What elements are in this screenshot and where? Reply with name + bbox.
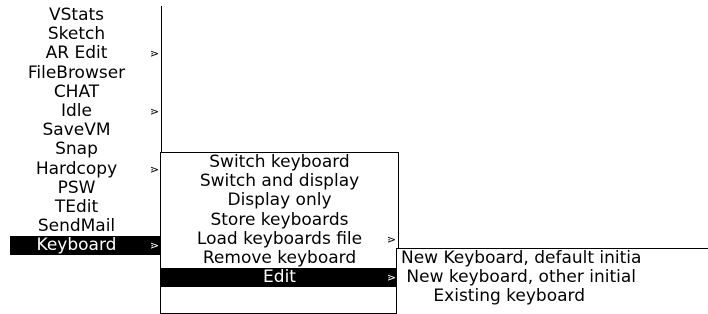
submenu-arrow-icon: ⋗ <box>386 271 396 285</box>
menu-item-label: Keyboard <box>36 235 117 256</box>
menu-item-label: Switch keyboard <box>209 152 350 172</box>
menu-item-edit[interactable]: Edit ⋗ <box>161 267 398 288</box>
menu-item-label: FileBrowser <box>27 62 126 83</box>
menu-item-label: New Keyboard, default initia <box>401 248 642 268</box>
submenu-arrow-icon: ⋗ <box>149 104 159 118</box>
menu-item-snap[interactable]: Snap <box>10 140 161 159</box>
menu-item-label: TEdit <box>54 196 99 217</box>
menu-item-existing-keyboard[interactable]: Existing keyboard <box>397 287 708 306</box>
menu-item-label: SaveVM <box>42 120 111 141</box>
menu-item-sendmail[interactable]: SendMail <box>10 216 161 237</box>
menu-item-load-keyboards-file[interactable]: Load keyboards file ⋗ <box>161 228 398 249</box>
menu-item-switch-and-display[interactable]: Switch and display <box>161 171 398 192</box>
menu-item-new-keyboard-default[interactable]: New Keyboard, default initia <box>397 248 708 268</box>
menu-item-label: Idle <box>61 100 92 121</box>
menu-item-remove-keyboard[interactable]: Remove keyboard <box>161 247 398 268</box>
menu-item-label: Edit <box>263 267 296 288</box>
menu-item-display-only[interactable]: Display only <box>161 191 398 210</box>
menu-item-label: CHAT <box>53 81 100 102</box>
menu-item-label: New keyboard, other initial <box>401 267 636 288</box>
submenu-arrow-icon: ⋗ <box>149 239 159 253</box>
menu-item-vstats[interactable]: VStats <box>10 5 161 25</box>
menu-item-psw[interactable]: PSW <box>10 177 161 198</box>
menu-item-chat[interactable]: CHAT <box>10 81 161 102</box>
menu-item-label: Load keyboards file <box>196 228 363 249</box>
menu-item-label: Store keyboards <box>210 209 349 230</box>
menu-item-label: PSW <box>57 177 96 198</box>
menu-item-label: Existing keyboard <box>401 286 586 307</box>
menu-item-savevm[interactable]: SaveVM <box>10 120 161 141</box>
menu-item-label: Display only <box>227 190 332 211</box>
menu-item-sketch[interactable]: Sketch <box>10 24 161 45</box>
menu-item-idle[interactable]: Idle ⋗ <box>10 100 161 121</box>
menu-item-label: Hardcopy <box>35 158 118 179</box>
menu-item-keyboard[interactable]: Keyboard ⋗ <box>10 235 161 256</box>
menu-item-new-keyboard-other[interactable]: New keyboard, other initial <box>397 267 708 288</box>
submenu-arrow-icon: ⋗ <box>149 162 159 176</box>
menu-item-label: Remove keyboard <box>202 247 357 268</box>
menu-item-filebrowser[interactable]: FileBrowser <box>10 62 161 83</box>
keyboard-submenu: Switch keyboard Switch and display Displ… <box>160 152 399 314</box>
submenu-arrow-icon: ⋗ <box>149 47 159 61</box>
menu-item-label: Switch and display <box>199 171 360 192</box>
main-menu: VStats Sketch AR Edit ⋗ FileBrowser CHAT … <box>10 5 162 310</box>
edit-submenu: New Keyboard, default initia New keyboar… <box>396 248 708 314</box>
menu-item-label: VStats <box>48 5 105 25</box>
submenu-arrow-icon: ⋗ <box>386 232 396 246</box>
menu-item-hardcopy[interactable]: Hardcopy ⋗ <box>10 158 161 179</box>
menu-item-label: AR Edit <box>45 43 108 64</box>
menu-item-label: SendMail <box>37 216 116 237</box>
menu-item-ar-edit[interactable]: AR Edit ⋗ <box>10 44 161 63</box>
menu-item-store-keyboards[interactable]: Store keyboards <box>161 209 398 230</box>
menu-item-tedit[interactable]: TEdit <box>10 196 161 217</box>
menu-item-label: Snap <box>55 139 98 160</box>
menu-item-switch-keyboard[interactable]: Switch keyboard <box>161 152 398 172</box>
menu-item-label: Sketch <box>47 24 106 45</box>
